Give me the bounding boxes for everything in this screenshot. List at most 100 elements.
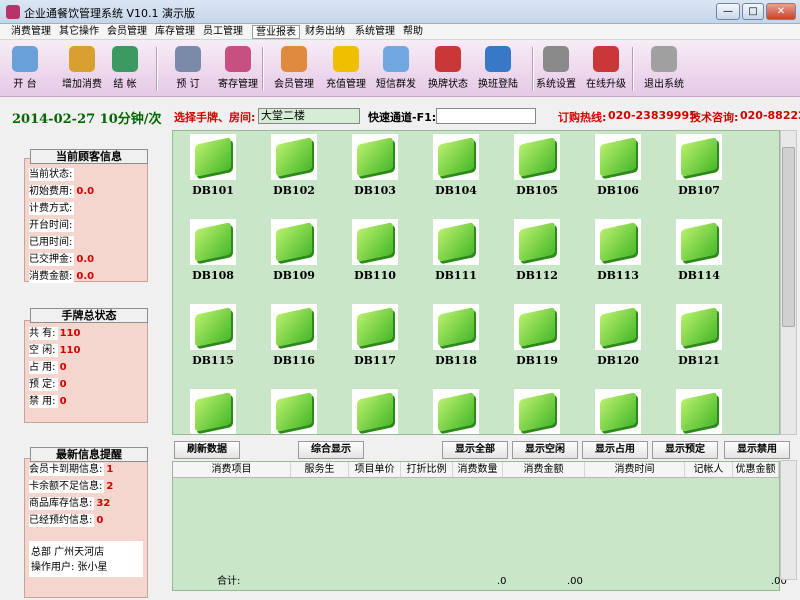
- room-icon: [190, 304, 236, 350]
- room-tile[interactable]: DB108: [178, 217, 248, 299]
- date-display: 2014-02-27 10分钟/次: [12, 112, 162, 127]
- room-tile[interactable]: DB109: [259, 217, 329, 299]
- cards-field-value: 110: [59, 345, 81, 356]
- hotline-number: 020-23839995: [608, 109, 697, 122]
- room-tile[interactable]: DB110: [340, 217, 410, 299]
- room-tile[interactable]: [583, 387, 653, 434]
- room-icon: [433, 389, 479, 434]
- room-icon: [271, 304, 317, 350]
- room-tile[interactable]: DB107: [664, 132, 734, 214]
- room-tile[interactable]: DB105: [502, 132, 572, 214]
- room-tile[interactable]: DB120: [583, 302, 653, 384]
- table-scrollbar[interactable]: [780, 460, 797, 580]
- green-folder-icon: [357, 392, 393, 432]
- toolbar-button-8[interactable]: 换牌状态: [420, 44, 476, 94]
- room-tile[interactable]: [178, 387, 248, 434]
- menu-item-5[interactable]: 营业报表: [252, 25, 300, 39]
- green-folder-icon: [519, 137, 555, 177]
- overview-button[interactable]: 综合显示: [298, 441, 364, 459]
- customer-field-label: 计费方式:: [29, 202, 75, 215]
- toolbar-separator: [532, 47, 534, 91]
- room-tile[interactable]: DB103: [340, 132, 410, 214]
- show-free-button[interactable]: 显示空闲: [512, 441, 578, 459]
- chart-icon: [225, 46, 251, 72]
- quick-access-input[interactable]: [436, 108, 536, 124]
- room-tile[interactable]: DB121: [664, 302, 734, 384]
- room-icon: [514, 134, 560, 180]
- room-label: DB113: [597, 269, 639, 282]
- menu-item-1[interactable]: 其它操作: [56, 25, 102, 39]
- room-grid-scrollbar[interactable]: [780, 130, 797, 435]
- room-tile[interactable]: DB113: [583, 217, 653, 299]
- toolbar-button-2[interactable]: 结 帐: [104, 44, 146, 94]
- show-reserved-button[interactable]: 显示预定: [652, 441, 718, 459]
- toolbar-button-0[interactable]: 开 台: [4, 44, 46, 94]
- alerts-field-label: 卡余额不足信息:: [29, 480, 105, 493]
- maximize-button[interactable]: □: [742, 3, 764, 20]
- close-button[interactable]: ✕: [766, 3, 796, 20]
- refresh-button[interactable]: 刷新数据: [174, 441, 240, 459]
- room-tile[interactable]: DB117: [340, 302, 410, 384]
- room-tile[interactable]: DB119: [502, 302, 572, 384]
- toolbar-button-11[interactable]: 在线升级: [578, 44, 634, 94]
- toolbar-label: 结 帐: [113, 79, 137, 90]
- room-icon: [595, 219, 641, 265]
- room-tile[interactable]: DB104: [421, 132, 491, 214]
- toolbar-label: 换牌状态: [428, 79, 468, 90]
- select-room-field[interactable]: 大堂二楼: [258, 108, 360, 124]
- total-quantity: .0: [497, 576, 507, 587]
- show-used-button[interactable]: 显示占用: [582, 441, 648, 459]
- cards-field-label: 禁 用:: [29, 395, 58, 408]
- room-tile[interactable]: [259, 387, 329, 434]
- room-tile[interactable]: DB115: [178, 302, 248, 384]
- room-tile[interactable]: DB102: [259, 132, 329, 214]
- room-tile[interactable]: [340, 387, 410, 434]
- green-folder-icon: [600, 392, 636, 432]
- room-tile[interactable]: DB101: [178, 132, 248, 214]
- menu-item-2[interactable]: 会员管理: [104, 25, 150, 39]
- minimize-button[interactable]: —: [716, 3, 740, 20]
- menu-item-4[interactable]: 员工管理: [200, 25, 246, 39]
- room-tile[interactable]: [664, 387, 734, 434]
- room-icon: [271, 219, 317, 265]
- room-icon: [352, 134, 398, 180]
- toolbar-button-4[interactable]: 寄存管理: [210, 44, 266, 94]
- menu-item-7[interactable]: 系统管理: [352, 25, 398, 39]
- toolbar-button-1[interactable]: 增加消费: [54, 44, 110, 94]
- toolbar-button-5[interactable]: 会员管理: [266, 44, 322, 94]
- toolbar-button-6[interactable]: 充值管理: [318, 44, 374, 94]
- room-tile[interactable]: DB112: [502, 217, 572, 299]
- room-tile[interactable]: DB111: [421, 217, 491, 299]
- room-label: DB105: [516, 184, 558, 197]
- menu-item-0[interactable]: 消费管理: [8, 25, 54, 39]
- quick-access-label: 快速通道-F1:: [368, 111, 437, 124]
- power-icon: [651, 46, 677, 72]
- show-disabled-button[interactable]: 显示禁用: [724, 441, 790, 459]
- cashier-icon: [112, 46, 138, 72]
- toolbar-button-12[interactable]: 退出系统: [636, 44, 692, 94]
- green-folder-icon: [276, 137, 312, 177]
- alerts-row: 已经预约信息: 0: [29, 514, 103, 528]
- room-tile[interactable]: [502, 387, 572, 434]
- customer-row: 已用时间:: [29, 236, 76, 250]
- room-tile[interactable]: DB114: [664, 217, 734, 299]
- show-all-button[interactable]: 显示全部: [442, 441, 508, 459]
- toolbar-separator: [262, 47, 264, 91]
- room-label: DB120: [597, 354, 639, 367]
- room-tile[interactable]: [421, 387, 491, 434]
- toolbar-button-9[interactable]: 换班登陆: [470, 44, 526, 94]
- menu-item-8[interactable]: 帮助: [400, 25, 426, 39]
- scrollbar-thumb[interactable]: [782, 147, 795, 327]
- cards-field-label: 预 定:: [29, 378, 58, 391]
- green-folder-icon: [519, 307, 555, 347]
- room-tile[interactable]: DB118: [421, 302, 491, 384]
- menu-item-3[interactable]: 库存管理: [152, 25, 198, 39]
- room-label: DB112: [516, 269, 558, 282]
- toolbar-button-7[interactable]: 短信群发: [368, 44, 424, 94]
- toolbar-button-3[interactable]: 预 订: [160, 44, 216, 94]
- menu-item-6[interactable]: 财务出纳: [302, 25, 348, 39]
- room-tile[interactable]: DB116: [259, 302, 329, 384]
- toolbar-button-10[interactable]: 系统设置: [528, 44, 584, 94]
- room-icon: [352, 389, 398, 434]
- room-tile[interactable]: DB106: [583, 132, 653, 214]
